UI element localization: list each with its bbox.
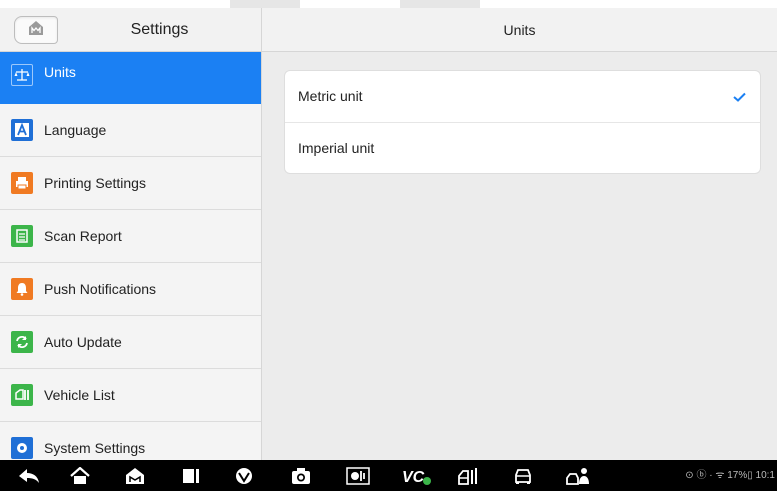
sidebar-item-label: Vehicle List <box>44 387 115 403</box>
sidebar-item-scan-report[interactable]: Scan Report <box>0 210 261 263</box>
recent-apps-icon[interactable] <box>182 466 200 486</box>
checkmark-icon <box>733 71 746 122</box>
sidebar-item-label: Auto Update <box>44 334 122 350</box>
camera-icon[interactable] <box>291 466 311 486</box>
sidebar-item-auto-update[interactable]: Auto Update <box>0 316 261 369</box>
brightness-icon[interactable] <box>346 466 370 486</box>
sidebar-item-label: Push Notifications <box>44 281 157 297</box>
option-label: Imperial unit <box>298 140 375 156</box>
scale-icon <box>11 64 33 86</box>
vci-icon[interactable]: VC <box>402 466 432 486</box>
settings-sidebar: Units Language Printing Settings Scan Re… <box>0 52 262 460</box>
units-option-list: Metric unit Imperial unit <box>284 70 761 174</box>
back-icon[interactable] <box>17 466 41 486</box>
sidebar-item-push-notifications[interactable]: Push Notifications <box>0 263 261 316</box>
home-icon <box>27 19 45 42</box>
option-imperial-unit[interactable]: Imperial unit <box>285 122 760 173</box>
sidebar-item-label: Units <box>44 64 76 80</box>
sidebar-title: Settings <box>130 21 189 38</box>
home-icon[interactable] <box>69 466 91 486</box>
gear-icon <box>11 437 33 459</box>
sidebar-item-label: Scan Report <box>44 228 122 244</box>
notification-icon <box>11 278 33 300</box>
vehicle-list-icon <box>11 384 33 406</box>
app-window: Settings Units Units Language Printing S… <box>0 8 777 460</box>
background-shape <box>230 0 300 8</box>
sidebar-item-label: Printing Settings <box>44 175 146 191</box>
printer-icon <box>11 172 33 194</box>
sidebar-item-vehicle-list[interactable]: Vehicle List <box>0 369 261 422</box>
sidebar-item-printing-settings[interactable]: Printing Settings <box>0 157 261 210</box>
sidebar-item-system-settings[interactable]: System Settings <box>0 422 261 460</box>
sidebar-item-language[interactable]: Language <box>0 104 261 157</box>
sidebar-header: Settings <box>0 8 262 52</box>
sidebar-item-label: Language <box>44 122 107 138</box>
background-shape <box>400 0 480 8</box>
page-title: Units <box>503 22 536 38</box>
browser-icon[interactable] <box>235 466 253 486</box>
header-bar: Settings Units <box>0 8 777 52</box>
navigation-bar: VC ⊙ ⓑ · ᯤ 17%▯ 10:1 <box>0 460 777 491</box>
option-metric-unit[interactable]: Metric unit <box>285 71 760 122</box>
remote-expert-icon[interactable] <box>565 466 591 486</box>
sidebar-item-label: System Settings <box>44 440 146 456</box>
language-icon <box>11 119 33 141</box>
status-bar-text: ⊙ ⓑ · ᯤ 17%▯ 10:1 <box>685 470 775 481</box>
option-label: Metric unit <box>298 88 363 104</box>
sidebar-item-units[interactable]: Units <box>0 52 261 104</box>
autel-home-icon[interactable] <box>125 466 145 486</box>
update-icon <box>11 331 33 353</box>
report-icon <box>11 225 33 247</box>
vehicle-connect-icon[interactable] <box>457 466 479 486</box>
svg-text:VC: VC <box>402 469 425 485</box>
home-button[interactable] <box>14 16 58 44</box>
car-icon[interactable] <box>513 466 533 486</box>
